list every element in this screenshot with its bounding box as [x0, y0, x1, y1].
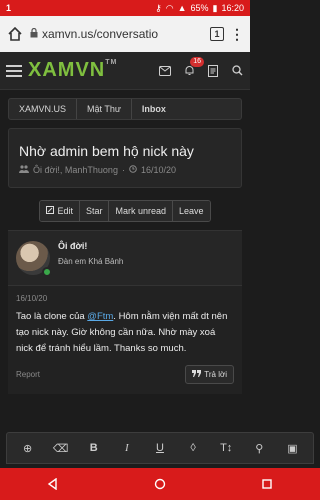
- conversations-icon[interactable]: [158, 65, 172, 77]
- more-options-icon[interactable]: ⊕: [20, 442, 36, 455]
- alerts-icon[interactable]: 16: [182, 56, 204, 77]
- online-status-icon: [42, 267, 52, 277]
- leave-button[interactable]: Leave: [173, 201, 210, 221]
- italic-icon[interactable]: I: [119, 442, 135, 454]
- tab-count-button[interactable]: 1: [210, 27, 224, 41]
- participants-list[interactable]: Ôi đời!, ManhThuong: [33, 165, 118, 175]
- link-icon[interactable]: ⚲: [251, 442, 267, 455]
- address-bar[interactable]: xamvn.us/conversatio: [30, 27, 204, 41]
- clock: 16:20: [221, 3, 244, 13]
- post-body: Tao là clone của @Ftm. Hôm nằm viện mất …: [8, 303, 242, 357]
- participants-icon: [19, 165, 29, 175]
- edit-button[interactable]: Edit: [40, 201, 80, 221]
- post-date[interactable]: 16/10/20: [8, 286, 242, 303]
- post-user-info: Ôi đời! Đàn em Khá Bảnh: [8, 231, 242, 286]
- mark-unread-button[interactable]: Mark unread: [109, 201, 174, 221]
- status-bar: 1 ⚷ ◠ ▲ 65% ▮ 16:20: [0, 0, 250, 16]
- back-icon[interactable]: [43, 477, 63, 491]
- post-body-text-1: Tao là clone của: [16, 311, 88, 322]
- text-color-icon[interactable]: ◊: [185, 442, 201, 454]
- user-rank: Đàn em Khá Bảnh: [58, 257, 124, 266]
- page-title: Nhờ admin bem hộ nick này: [19, 143, 194, 159]
- url-text: xamvn.us/conversatio: [42, 27, 159, 41]
- editor-toolbar: ⊕ ⌫ B I U ◊ T↕ ⚲ ▣: [6, 432, 314, 464]
- breadcrumb-item-conversations[interactable]: Mật Thư: [77, 99, 131, 119]
- signal-icon: ▲: [177, 3, 187, 13]
- alerts-badge: 16: [190, 56, 204, 67]
- android-navigation-bar: [0, 468, 320, 500]
- conversation-actions: Edit Star Mark unread Leave: [8, 200, 242, 222]
- browser-toolbar: xamvn.us/conversatio 1 ⋮: [0, 16, 250, 52]
- bookmarks-icon[interactable]: [206, 64, 220, 77]
- browser-menu-icon[interactable]: ⋮: [230, 26, 244, 43]
- post-username[interactable]: Ôi đời!: [58, 241, 123, 251]
- underline-icon[interactable]: U: [152, 442, 168, 454]
- font-size-icon[interactable]: T↕: [218, 442, 234, 454]
- pencil-icon: [46, 206, 55, 216]
- reply-icon: [192, 370, 202, 379]
- status-right: ⚷ ◠ ▲ 65% ▮ 16:20: [155, 3, 244, 14]
- search-icon[interactable]: [230, 65, 244, 77]
- conversation-header: Nhờ admin bem hộ nick này Ôi đời!, ManhT…: [8, 128, 242, 188]
- breadcrumb-item-inbox[interactable]: Inbox: [132, 99, 176, 119]
- site-header: XAMVNTM 16: [0, 52, 250, 90]
- conversation-date: 16/10/20: [140, 165, 176, 175]
- home-button-icon[interactable]: [150, 477, 170, 491]
- star-button[interactable]: Star: [79, 201, 110, 221]
- report-link[interactable]: Report: [16, 370, 40, 379]
- bold-icon[interactable]: B: [86, 442, 102, 454]
- meta-separator: ·: [121, 165, 125, 175]
- battery-percent: 65%: [190, 3, 209, 13]
- clock-icon: [129, 165, 137, 175]
- wifi-icon: ◠: [165, 2, 174, 13]
- user-mention-link[interactable]: @Ftm: [87, 311, 113, 322]
- status-indicator: 1: [6, 3, 12, 13]
- hamburger-menu-icon[interactable]: [6, 64, 22, 77]
- logo-trademark: TM: [105, 59, 118, 66]
- lock-icon: [30, 27, 38, 41]
- recent-apps-icon[interactable]: [257, 477, 277, 491]
- battery-icon: ▮: [212, 2, 218, 13]
- conversation-meta: Ôi đời!, ManhThuong · 16/10/20: [19, 165, 231, 175]
- site-logo[interactable]: XAMVNTM: [28, 59, 117, 82]
- avatar[interactable]: [16, 241, 52, 277]
- clear-format-icon[interactable]: ⌫: [53, 442, 69, 455]
- reply-label: Trả lời: [204, 370, 227, 379]
- home-icon[interactable]: [6, 25, 24, 43]
- key-icon: ⚷: [155, 2, 162, 13]
- reply-button[interactable]: Trả lời: [185, 365, 234, 384]
- post-footer: Report Trả lời: [8, 357, 242, 394]
- edit-label: Edit: [57, 206, 73, 216]
- breadcrumb: XAMVN.US Mật Thư Inbox: [8, 98, 242, 120]
- message-post: Ôi đời! Đàn em Khá Bảnh 16/10/20 Tao là …: [8, 230, 242, 394]
- image-icon[interactable]: ▣: [284, 442, 300, 455]
- breadcrumb-item-home[interactable]: XAMVN.US: [9, 99, 76, 119]
- logo-text: XAMVN: [28, 59, 106, 81]
- main-content: XAMVN.US Mật Thư Inbox Nhờ admin bem hộ …: [0, 90, 250, 394]
